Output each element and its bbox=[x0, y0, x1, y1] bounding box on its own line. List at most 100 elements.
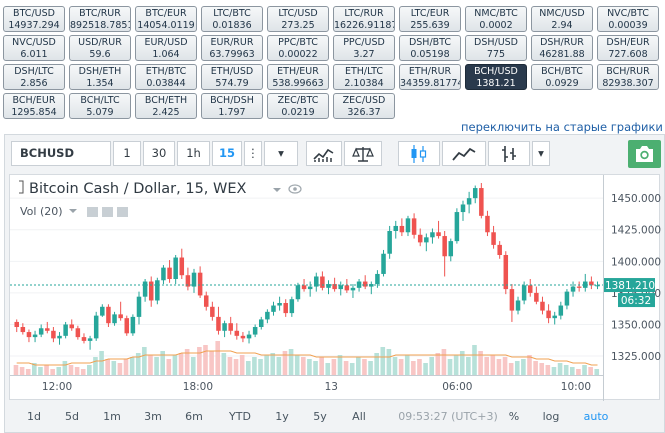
pair-nmc-btc[interactable]: NMC/BTC 0.0002 bbox=[465, 6, 527, 32]
candle-body bbox=[38, 328, 44, 335]
candle-body bbox=[558, 305, 564, 316]
candle bbox=[454, 208, 460, 244]
time-tick: 13 bbox=[325, 381, 338, 393]
candle bbox=[546, 304, 551, 324]
pair-ltc-eur[interactable]: LTC/EUR 255.639 bbox=[399, 6, 461, 32]
candle-body bbox=[161, 267, 166, 281]
pair-name: LTC/BTC bbox=[213, 8, 251, 19]
pair-eth-rur[interactable]: ETH/RUR 34359.81774 bbox=[399, 64, 461, 90]
pair-ltc-btc[interactable]: LTC/BTC 0.01836 bbox=[201, 6, 263, 32]
price-chart-canvas[interactable]: 1450.0001425.0001400.0001375.0001350.000… bbox=[10, 175, 661, 401]
more-intervals-button[interactable]: ⋮ bbox=[244, 141, 262, 166]
pair-dsh-eur[interactable]: DSH/EUR 727.608 bbox=[597, 35, 659, 61]
candle-body bbox=[540, 301, 545, 311]
pair-eth-btc[interactable]: ETH/BTC 0.03844 bbox=[135, 64, 197, 90]
pair-bch-rur[interactable]: BCH/RUR 82938.307 bbox=[597, 64, 659, 90]
candle-body bbox=[142, 281, 148, 297]
chart-type-dropdown-caret[interactable]: ▾ bbox=[532, 141, 550, 166]
camera-icon[interactable] bbox=[628, 140, 661, 168]
candles-chart-type-icon[interactable] bbox=[398, 141, 440, 166]
pair-dsh-usd[interactable]: DSH/USD 775 bbox=[465, 35, 527, 61]
candle bbox=[460, 200, 466, 221]
pair-dsh-eth[interactable]: DSH/ETH 1.354 bbox=[69, 64, 131, 90]
pair-dsh-btc[interactable]: DSH/BTC 0.05198 bbox=[399, 35, 461, 61]
range-ytd[interactable]: YTD bbox=[226, 410, 254, 423]
candle-body bbox=[362, 281, 368, 287]
candle-body bbox=[497, 244, 502, 255]
candle bbox=[576, 281, 582, 292]
pair-btc-eur[interactable]: BTC/EUR 14054.0119 bbox=[135, 6, 197, 32]
pair-eth-eur[interactable]: ETH/EUR 538.99663 bbox=[267, 64, 329, 90]
volume-bar bbox=[288, 349, 294, 375]
pair-ltc-rur[interactable]: LTC/RUR 16226.91187 bbox=[333, 6, 395, 32]
range-1y[interactable]: 1y bbox=[273, 410, 291, 423]
pair-bch-dsh[interactable]: BCH/DSH 1.797 bbox=[201, 93, 263, 119]
pair-price: 2.425 bbox=[152, 106, 180, 118]
pair-dsh-rur[interactable]: DSH/RUR 46281.88 bbox=[531, 35, 593, 61]
percent-scale-toggle[interactable]: % bbox=[507, 410, 521, 423]
volume-bar bbox=[258, 359, 263, 375]
volume-bar bbox=[557, 363, 563, 375]
candle bbox=[265, 309, 270, 324]
volume-bar bbox=[44, 365, 49, 375]
pair-btc-usd[interactable]: BTC/USD 14937.294 bbox=[3, 6, 65, 32]
volume-bar bbox=[123, 359, 129, 375]
pair-btc-rur[interactable]: BTC/RUR 892518.7851 bbox=[69, 6, 131, 32]
pair-nmc-usd[interactable]: NMC/USD 2.94 bbox=[531, 6, 593, 32]
pair-zec-usd[interactable]: ZEC/USD 326.37 bbox=[333, 93, 395, 119]
candle-body bbox=[546, 310, 551, 319]
compare-scale-icon[interactable] bbox=[344, 141, 382, 166]
bars-chart-type-icon[interactable] bbox=[488, 141, 530, 166]
pair-eur-usd[interactable]: EUR/USD 1.064 bbox=[135, 35, 197, 61]
pair-price: 1.064 bbox=[152, 48, 180, 60]
candle-body bbox=[283, 303, 288, 314]
range-5d[interactable]: 5d bbox=[63, 410, 81, 423]
volume-visibility-icon bbox=[87, 207, 98, 217]
pair-nvc-usd[interactable]: NVC/USD 6.011 bbox=[3, 35, 65, 61]
pair-eth-usd[interactable]: ETH/USD 574.79 bbox=[201, 64, 263, 90]
pair-bch-btc[interactable]: BCH/BTC 0.0929 bbox=[531, 64, 593, 90]
pair-eth-ltc[interactable]: ETH/LTC 2.10384 bbox=[333, 64, 395, 90]
clock-readout: 09:53:27 (UTC+3) bbox=[398, 410, 498, 423]
interval-15[interactable]: 15 bbox=[212, 141, 242, 166]
range-6m[interactable]: 6m bbox=[184, 410, 204, 423]
interval-30[interactable]: 30 bbox=[143, 141, 175, 166]
pair-zec-btc[interactable]: ZEC/BTC 0.0219 bbox=[267, 93, 329, 119]
volume-bar bbox=[472, 345, 477, 375]
interval-dropdown-caret[interactable]: ▾ bbox=[264, 141, 298, 166]
range-1d[interactable]: 1d bbox=[25, 410, 43, 423]
pair-ppc-usd[interactable]: PPC/USD 3.27 bbox=[333, 35, 395, 61]
log-scale-toggle[interactable]: log bbox=[541, 410, 561, 423]
range-all[interactable]: All bbox=[348, 410, 370, 423]
pair-bch-ltc[interactable]: BCH/LTC 5.079 bbox=[69, 93, 131, 119]
candle-body bbox=[436, 232, 441, 237]
area-chart-type-icon[interactable] bbox=[442, 141, 486, 166]
volume-bar bbox=[502, 357, 508, 375]
pair-price: 0.03844 bbox=[146, 77, 186, 89]
candle-body bbox=[26, 332, 32, 338]
symbol-search[interactable]: BCHUSD bbox=[11, 141, 111, 166]
pair-bch-usd[interactable]: BCH/USD 1381.21 bbox=[465, 64, 527, 90]
pair-bch-eur[interactable]: BCH/EUR 1295.854 bbox=[3, 93, 65, 119]
volume-bar bbox=[38, 367, 43, 375]
range-1m[interactable]: 1m bbox=[102, 410, 122, 423]
pair-nvc-btc[interactable]: NVC/BTC 0.00039 bbox=[597, 6, 659, 32]
indicators-icon[interactable] bbox=[306, 141, 342, 166]
interval-1[interactable]: 1 bbox=[113, 141, 141, 166]
range-3m[interactable]: 3m bbox=[143, 410, 163, 423]
pair-usd-rur[interactable]: USD/RUR 59.6 bbox=[69, 35, 131, 61]
pair-price: 538.99663 bbox=[272, 77, 324, 89]
pair-name: PPC/BTC bbox=[278, 37, 318, 48]
switch-old-charts-link[interactable]: переключить на старые графики bbox=[461, 120, 663, 134]
volume-bar bbox=[569, 367, 575, 375]
pair-ppc-btc[interactable]: PPC/BTC 0.00022 bbox=[267, 35, 329, 61]
pair-dsh-ltc[interactable]: DSH/LTC 2.856 bbox=[3, 64, 65, 90]
pair-eur-rur[interactable]: EUR/RUR 63.79963 bbox=[201, 35, 263, 61]
price-chart[interactable]: 1450.0001425.0001400.0001375.0001350.000… bbox=[9, 174, 661, 401]
range-5y[interactable]: 5y bbox=[310, 410, 330, 423]
pair-ltc-usd[interactable]: LTC/USD 273.25 bbox=[267, 6, 329, 32]
candle-body bbox=[191, 272, 197, 287]
interval-1h[interactable]: 1h bbox=[177, 141, 210, 166]
pair-bch-eth[interactable]: BCH/ETH 2.425 bbox=[135, 93, 197, 119]
auto-scale-toggle[interactable]: auto bbox=[583, 410, 609, 423]
